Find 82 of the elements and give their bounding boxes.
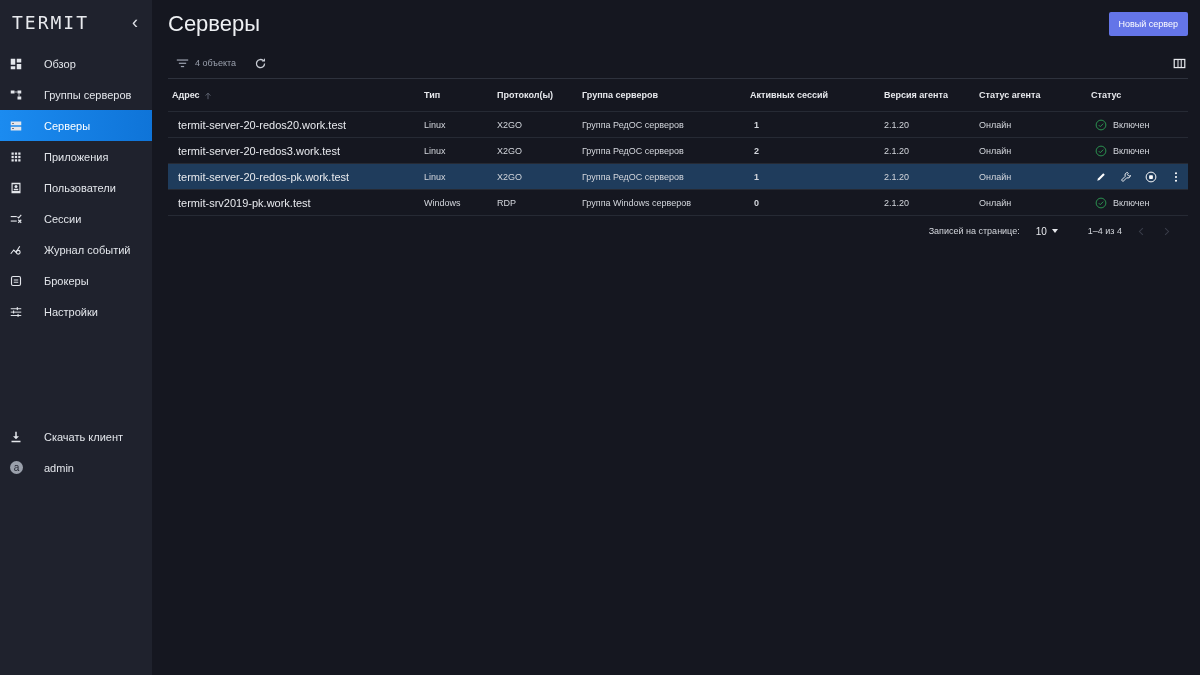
status-text: Включен bbox=[1113, 197, 1150, 208]
table-cell-text: X2GO bbox=[496, 145, 523, 156]
columns-icon[interactable] bbox=[1173, 56, 1186, 70]
column-header[interactable]: Группа серверов bbox=[578, 90, 746, 100]
nav-item[interactable]: Приложения bbox=[0, 141, 152, 172]
column-header[interactable]: Активных сессий bbox=[746, 90, 880, 100]
table-cell-text: termit-server-20-redos3.work.test bbox=[177, 144, 341, 157]
wrench-icon[interactable] bbox=[1120, 170, 1132, 183]
nav-item[interactable]: Брокеры bbox=[0, 265, 152, 296]
nav-item[interactable]: Настройки bbox=[0, 296, 152, 327]
table-row[interactable]: termit-server-20-redos-pk.work.test Linux X2GO Группа РедОС серверов 1 2.1.20 Онлайн bbox=[168, 164, 1188, 190]
sort-arrow-icon bbox=[203, 91, 212, 100]
check-circle-icon bbox=[1095, 144, 1107, 157]
table-cell-text: Группа РедОС серверов bbox=[581, 171, 685, 182]
page-range: 1–4 из 4 bbox=[1087, 226, 1122, 236]
user-card-icon bbox=[10, 181, 22, 194]
status-text: Включен bbox=[1113, 119, 1150, 130]
grid-icon bbox=[10, 150, 22, 163]
new-server-button[interactable]: Новый сервер bbox=[1108, 12, 1188, 36]
table-cell-text: X2GO bbox=[496, 171, 523, 182]
table-cell-text: 1 bbox=[753, 119, 760, 130]
stop-icon[interactable] bbox=[1145, 170, 1157, 183]
edit-icon[interactable] bbox=[1095, 170, 1107, 183]
table-cell-text: 1 bbox=[753, 171, 760, 182]
tree-icon bbox=[10, 88, 22, 101]
table-cell-text: 2 bbox=[753, 145, 760, 156]
table-cell-text: termit-server-20-redos20.work.test bbox=[177, 118, 348, 131]
check-circle-icon bbox=[1095, 196, 1107, 209]
column-header[interactable]: Версия агента bbox=[880, 90, 975, 100]
check-circle-icon bbox=[1095, 118, 1107, 131]
table-cell-text: Linux bbox=[423, 171, 447, 182]
table-cell-text: termit-server-20-redos-pk.work.test bbox=[177, 170, 351, 183]
download-client-link[interactable]: Скачать клиент bbox=[0, 421, 152, 452]
nav-item[interactable]: Обзор bbox=[0, 48, 152, 79]
table-cell-text: 2.1.20 bbox=[883, 171, 911, 182]
table-cell-text: Linux bbox=[423, 145, 447, 156]
nav-item[interactable]: Журнал событий bbox=[0, 234, 152, 265]
status-text: Включен bbox=[1113, 145, 1150, 156]
table-cell-text: Группа РедОС серверов bbox=[581, 119, 685, 130]
object-count: 4 объекта bbox=[195, 58, 237, 68]
nav-item[interactable]: Группы серверов bbox=[0, 79, 152, 110]
table-cell-text: Онлайн bbox=[978, 171, 1013, 182]
checklist-icon bbox=[10, 212, 22, 225]
table-cell-text: Группа РедОС серверов bbox=[581, 145, 685, 156]
sliders-icon bbox=[10, 305, 22, 318]
table-row[interactable]: termit-server-20-redos20.work.test Linux X2GO Группа РедОС серверов 1 2.1.20 Онлайн Включен bbox=[168, 112, 1188, 138]
table-cell-text: 2.1.20 bbox=[883, 197, 911, 208]
column-header[interactable]: Протокол(ы) bbox=[493, 90, 578, 100]
rows-per-page-select[interactable]: 10 bbox=[1029, 224, 1064, 238]
nav-item[interactable]: Сессии bbox=[0, 203, 152, 234]
table-cell-text: 2.1.20 bbox=[883, 145, 911, 156]
dashboard-icon bbox=[10, 57, 22, 70]
rows-per-page-label: Записей на странице: bbox=[928, 226, 1020, 236]
table-cell-text: Windows bbox=[423, 197, 462, 208]
table-cell-text: 2.1.20 bbox=[883, 119, 911, 130]
table-cell-text: Онлайн bbox=[978, 145, 1013, 156]
user-menu[interactable]: a admin bbox=[0, 452, 152, 483]
nav-item[interactable]: Пользователи bbox=[0, 172, 152, 203]
column-header[interactable]: Адрес bbox=[168, 90, 420, 100]
table-cell-text: 0 bbox=[753, 197, 760, 208]
column-header[interactable]: Статус агента bbox=[975, 90, 1087, 100]
avatar: a bbox=[10, 461, 23, 474]
refresh-icon[interactable] bbox=[254, 56, 268, 70]
table-cell-text: Онлайн bbox=[978, 119, 1013, 130]
server-icon bbox=[10, 119, 22, 132]
table-cell-text: termit-srv2019-pk.work.test bbox=[177, 196, 312, 209]
chart-search-icon bbox=[10, 243, 22, 256]
table-row[interactable]: termit-srv2019-pk.work.test Windows RDP Группа Windows серверов 0 2.1.20 Онлайн Включен bbox=[168, 190, 1188, 216]
document-icon bbox=[10, 274, 22, 287]
table-cell-text: Группа Windows серверов bbox=[581, 197, 693, 208]
column-header[interactable]: Тип bbox=[420, 90, 493, 100]
logo: TERMIT bbox=[12, 11, 90, 33]
collapse-button[interactable]: ‹ bbox=[132, 11, 138, 33]
table-cell-text: X2GO bbox=[496, 119, 523, 130]
download-icon bbox=[10, 430, 22, 443]
nav-item[interactable]: Серверы bbox=[0, 110, 152, 141]
table-cell-text: Онлайн bbox=[978, 197, 1013, 208]
table-cell-text: RDP bbox=[496, 197, 517, 208]
column-header[interactable]: Статус bbox=[1087, 90, 1188, 100]
table-cell-text: Linux bbox=[423, 119, 447, 130]
filter-icon[interactable] bbox=[176, 56, 189, 70]
page-title: Серверы bbox=[168, 11, 261, 37]
